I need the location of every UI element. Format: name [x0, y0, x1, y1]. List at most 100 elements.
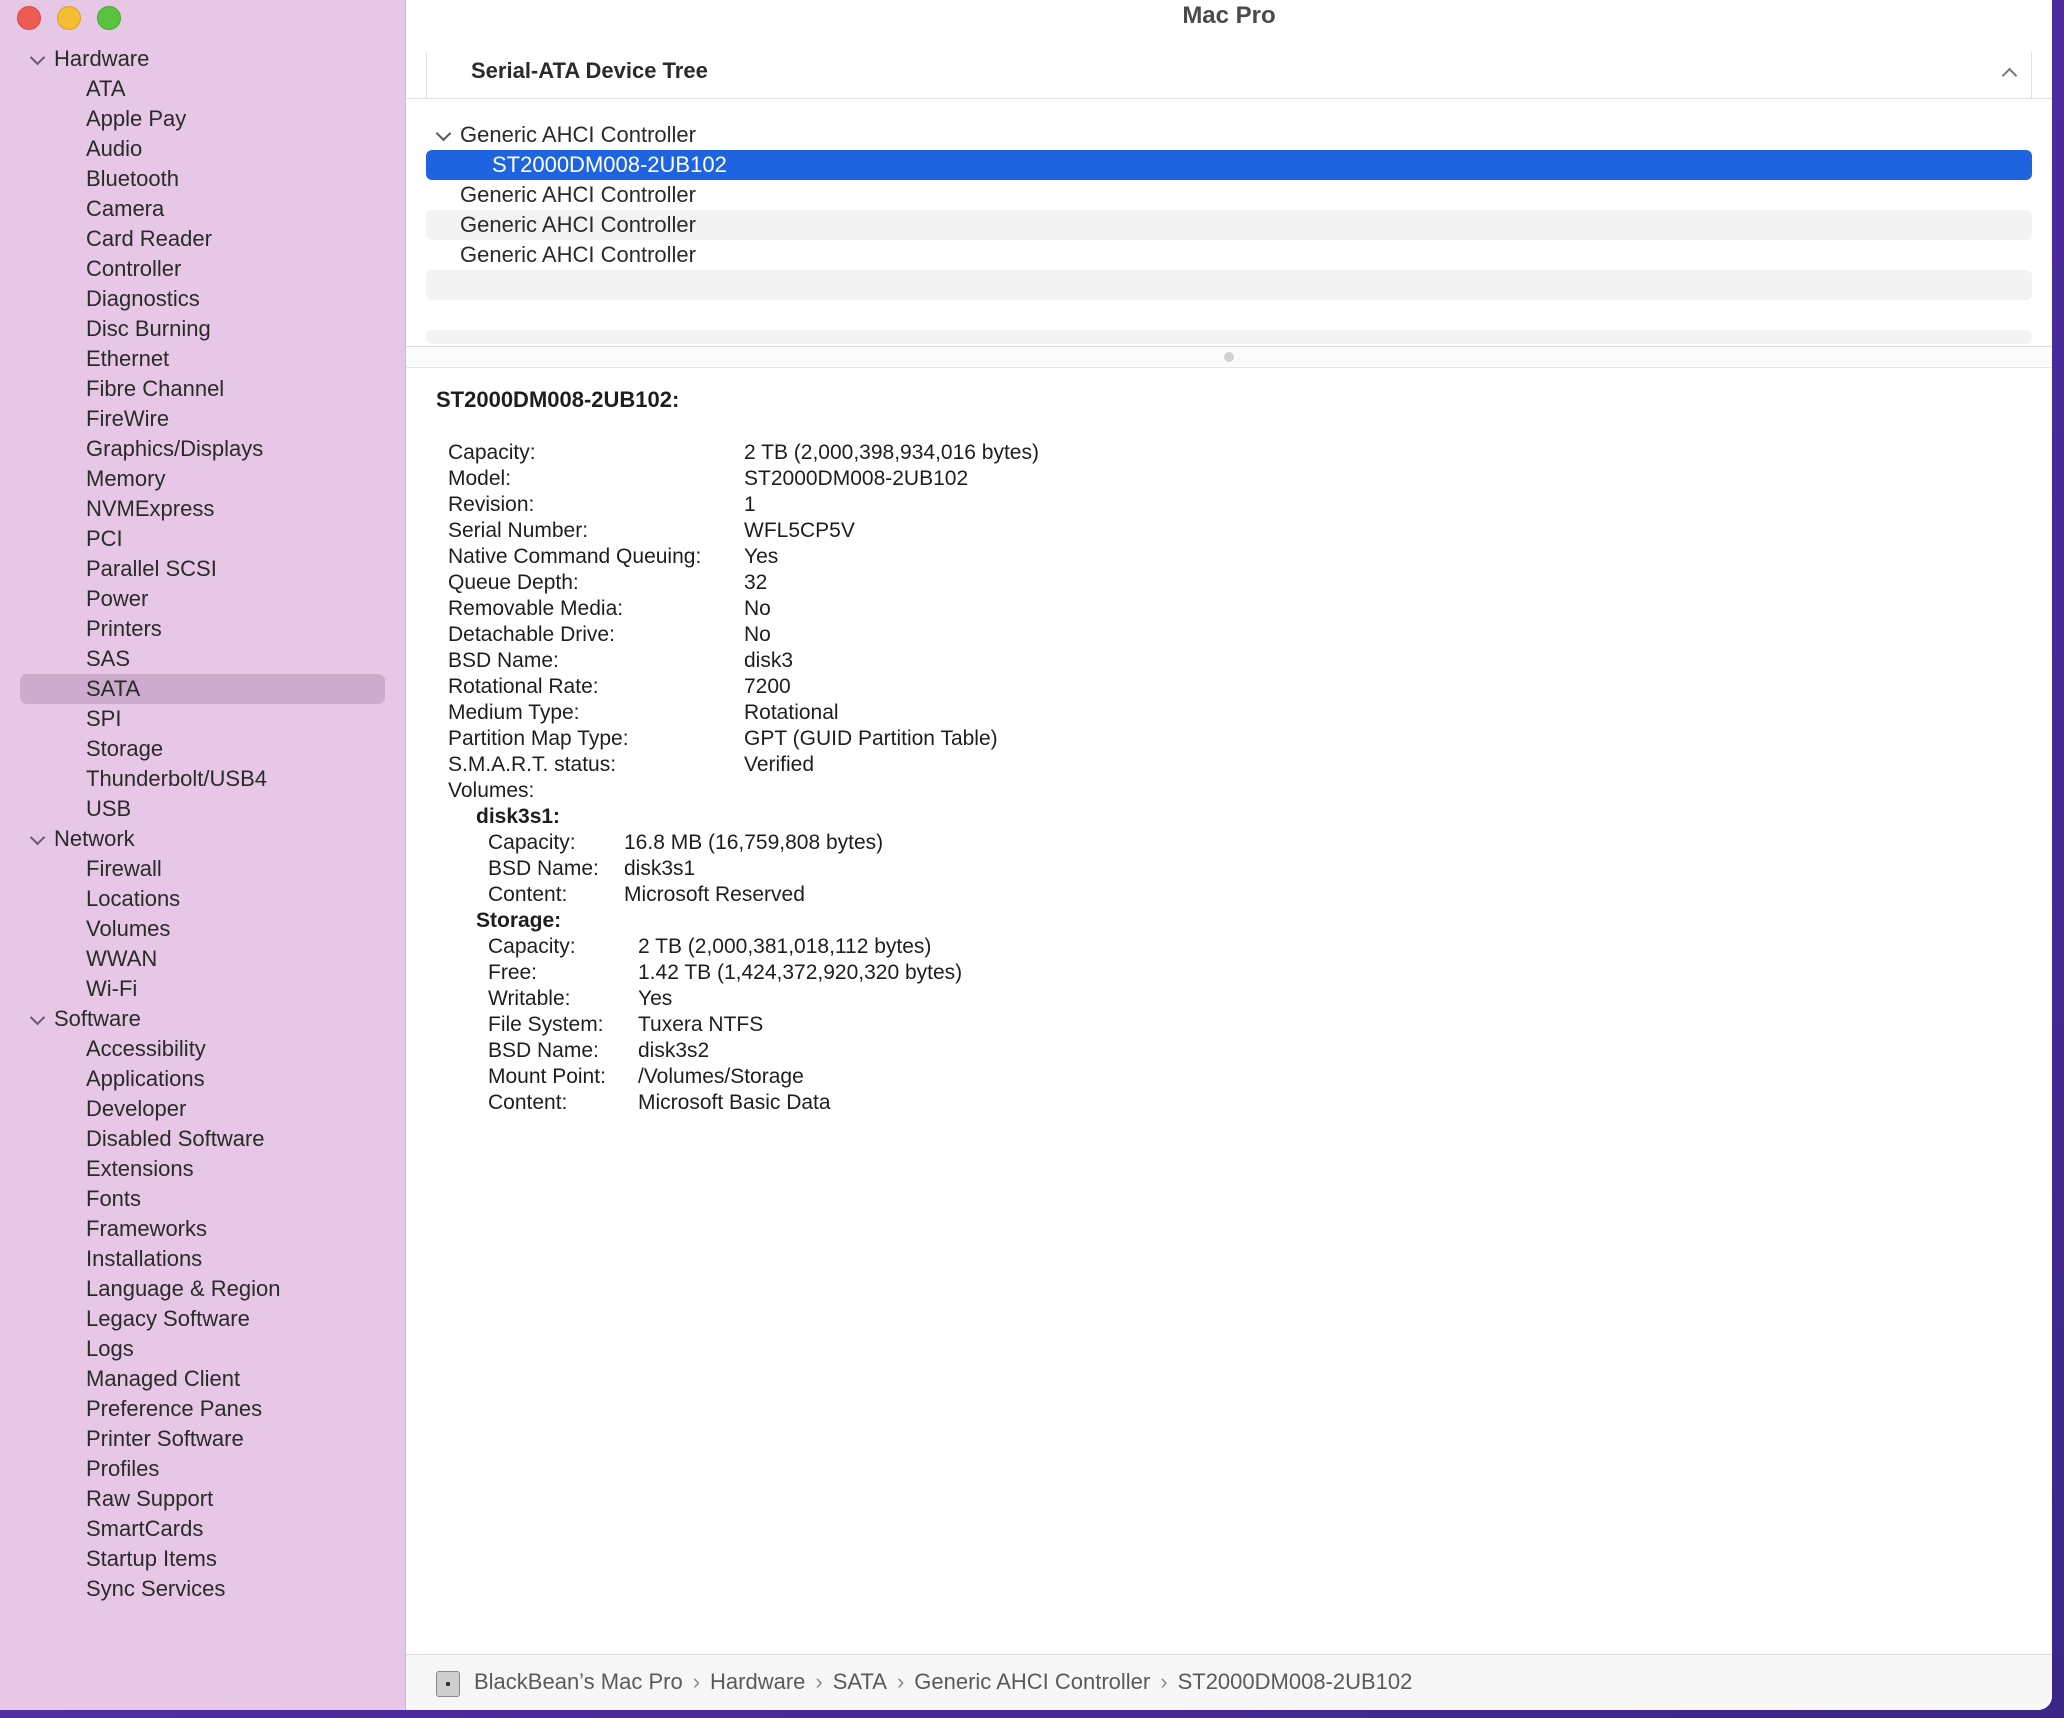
breadcrumb-item-st2000dm008-2ub102[interactable]: ST2000DM008-2UB102	[1178, 1669, 1413, 1694]
close-window-button[interactable]	[17, 6, 41, 30]
sidebar-item-preference-panes[interactable]: Preference Panes	[0, 1394, 405, 1424]
chevron-down-icon[interactable]	[434, 120, 452, 150]
chevron-up-icon[interactable]	[2001, 64, 2017, 80]
volume-property-value: Microsoft Basic Data	[638, 1091, 831, 1114]
property-value: GPT (GUID Partition Table)	[744, 727, 998, 750]
volume-property-key: Capacity:	[488, 935, 576, 958]
sidebar-item-fonts[interactable]: Fonts	[0, 1184, 405, 1214]
drag-handle-icon[interactable]	[1224, 352, 1234, 362]
sidebar-item-camera[interactable]: Camera	[0, 194, 405, 224]
sidebar-item-smartcards[interactable]: SmartCards	[0, 1514, 405, 1544]
volume-property-value: disk3s2	[638, 1039, 710, 1062]
sidebar-item-fibre-channel[interactable]: Fibre Channel	[0, 374, 405, 404]
sidebar-item-volumes[interactable]: Volumes	[0, 914, 405, 944]
sidebar-item-wi-fi[interactable]: Wi-Fi	[0, 974, 405, 1004]
sidebar-section-hardware[interactable]: Hardware	[0, 44, 405, 74]
sidebar-item-usb[interactable]: USB	[0, 794, 405, 824]
sidebar-item-legacy-software[interactable]: Legacy Software	[0, 1304, 405, 1334]
sidebar-item-bluetooth[interactable]: Bluetooth	[0, 164, 405, 194]
sidebar-item-startup-items[interactable]: Startup Items	[0, 1544, 405, 1574]
sidebar-item-wwan[interactable]: WWAN	[0, 944, 405, 974]
sidebar-item-diagnostics[interactable]: Diagnostics	[0, 284, 405, 314]
sidebar-item-storage[interactable]: Storage	[0, 734, 405, 764]
sidebar-item-installations[interactable]: Installations	[0, 1244, 405, 1274]
sidebar-item-managed-client[interactable]: Managed Client	[0, 1364, 405, 1394]
sidebar-item-sync-services[interactable]: Sync Services	[0, 1574, 405, 1604]
volume-property-key: Writable:	[488, 987, 571, 1010]
sidebar-item-pci[interactable]: PCI	[0, 524, 405, 554]
sidebar-item-disc-burning[interactable]: Disc Burning	[0, 314, 405, 344]
property-key: BSD Name:	[448, 649, 559, 672]
tree-row[interactable]: Generic AHCI Controller	[426, 120, 2032, 150]
volume-property-row: Mount Point: /Volumes/Storage	[448, 1064, 804, 1090]
breadcrumb-item-generic-ahci-controller[interactable]: Generic AHCI Controller	[914, 1669, 1150, 1694]
sidebar-item-ethernet[interactable]: Ethernet	[0, 344, 405, 374]
tree-row[interactable]: Generic AHCI Controller	[426, 210, 2032, 240]
sidebar-nav: Hardware ATA Apple Pay Audio Bluetooth Camera…	[0, 44, 405, 1604]
sidebar-item-label: Parallel SCSI	[86, 556, 217, 581]
breadcrumb-item-blackbean-s-mac-pro[interactable]: BlackBean’s Mac Pro	[474, 1669, 683, 1694]
sidebar-item-accessibility[interactable]: Accessibility	[0, 1034, 405, 1064]
sidebar-item-memory[interactable]: Memory	[0, 464, 405, 494]
sidebar-item-controller[interactable]: Controller	[0, 254, 405, 284]
sidebar-item-profiles[interactable]: Profiles	[0, 1454, 405, 1484]
tree-header-label[interactable]: Serial-ATA Device Tree	[471, 58, 708, 84]
detail-title: ST2000DM008-2UB102:	[436, 387, 680, 412]
sidebar-item-locations[interactable]: Locations	[0, 884, 405, 914]
split-view-divider[interactable]	[406, 346, 2052, 368]
window-title: Mac Pro	[1182, 2, 1276, 29]
sidebar-item-nvmexpress[interactable]: NVMExpress	[0, 494, 405, 524]
sidebar-item-language-region[interactable]: Language & Region	[0, 1274, 405, 1304]
sidebar-item-firewire[interactable]: FireWire	[0, 404, 405, 434]
tree-row[interactable]: Generic AHCI Controller	[426, 240, 2032, 270]
property-value: 7200	[744, 675, 791, 698]
property-row: Capacity: 2 TB (2,000,398,934,016 bytes)	[448, 440, 1039, 466]
sidebar-section-network[interactable]: Network	[0, 824, 405, 854]
detail-pane: ST2000DM008-2UB102: Capacity: 2 TB (2,000…	[436, 386, 2022, 1114]
sidebar-item-sata[interactable]: SATA	[0, 674, 405, 704]
tree-row[interactable]: ST2000DM008-2UB102	[426, 150, 2032, 180]
sidebar-item-frameworks[interactable]: Frameworks	[0, 1214, 405, 1244]
sidebar-item-printer-software[interactable]: Printer Software	[0, 1424, 405, 1454]
sidebar-item-spi[interactable]: SPI	[0, 704, 405, 734]
volume-property-value: 2 TB (2,000,381,018,112 bytes)	[638, 935, 932, 958]
sidebar-item-printers[interactable]: Printers	[0, 614, 405, 644]
sidebar-item-card-reader[interactable]: Card Reader	[0, 224, 405, 254]
sidebar-item-parallel-scsi[interactable]: Parallel SCSI	[0, 554, 405, 584]
sidebar-section-software[interactable]: Software	[0, 1004, 405, 1034]
sidebar-section-label: Network	[54, 826, 135, 851]
zoom-window-button[interactable]	[97, 6, 121, 30]
sidebar-item-apple-pay[interactable]: Apple Pay	[0, 104, 405, 134]
sidebar-item-applications[interactable]: Applications	[0, 1064, 405, 1094]
sidebar-item-label: Card Reader	[86, 226, 212, 251]
sidebar-item-label: SAS	[86, 646, 131, 671]
sidebar-item-label: Frameworks	[86, 1216, 208, 1241]
sidebar-item-audio[interactable]: Audio	[0, 134, 405, 164]
sidebar-item-label: Profiles	[86, 1456, 160, 1481]
sidebar-item-extensions[interactable]: Extensions	[0, 1154, 405, 1184]
sidebar-item-power[interactable]: Power	[0, 584, 405, 614]
breadcrumb-item-hardware[interactable]: Hardware	[710, 1669, 805, 1694]
breadcrumb-item-sata[interactable]: SATA	[833, 1669, 887, 1694]
chevron-down-icon[interactable]	[28, 44, 46, 74]
sidebar-item-label: Legacy Software	[86, 1306, 250, 1331]
chevron-down-icon[interactable]	[28, 824, 46, 854]
tree-row[interactable]: Generic AHCI Controller	[426, 180, 2032, 210]
sidebar-item-thunderbolt-usb4[interactable]: Thunderbolt/USB4	[0, 764, 405, 794]
property-key: Capacity:	[448, 441, 536, 464]
minimize-window-button[interactable]	[57, 6, 81, 30]
property-key: Detachable Drive:	[448, 623, 615, 646]
chevron-down-icon[interactable]	[28, 1004, 46, 1034]
sidebar-item-raw-support[interactable]: Raw Support	[0, 1484, 405, 1514]
volume-property-key: Free:	[488, 961, 538, 984]
main-pane: Mac Pro Serial-ATA Device Tree Generic A…	[406, 0, 2052, 1710]
sidebar-item-sas[interactable]: SAS	[0, 644, 405, 674]
sidebar-item-ata[interactable]: ATA	[0, 74, 405, 104]
sidebar-item-firewall[interactable]: Firewall	[0, 854, 405, 884]
sidebar-item-developer[interactable]: Developer	[0, 1094, 405, 1124]
sidebar-item-logs[interactable]: Logs	[0, 1334, 405, 1364]
sidebar-item-graphics-displays[interactable]: Graphics/Displays	[0, 434, 405, 464]
property-row: Revision: 1	[448, 492, 756, 518]
sidebar-item-disabled-software[interactable]: Disabled Software	[0, 1124, 405, 1154]
property-key: Revision:	[448, 493, 535, 516]
